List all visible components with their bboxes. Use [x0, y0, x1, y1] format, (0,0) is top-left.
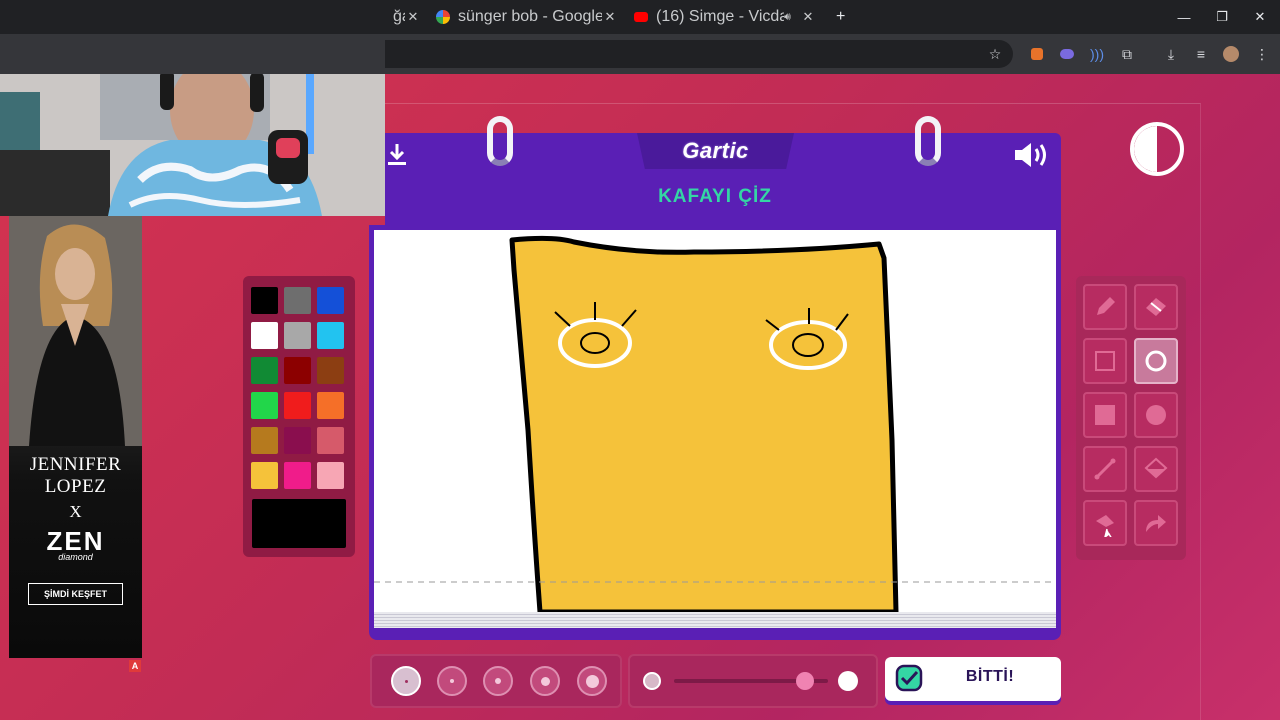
- extension-audio-icon[interactable]: ))): [1087, 44, 1107, 64]
- paper-ring-left: [487, 116, 513, 166]
- opacity-min-icon: [643, 672, 661, 690]
- redo-tool[interactable]: [1134, 500, 1178, 546]
- rectangle-fill-tool[interactable]: [1083, 392, 1127, 438]
- minimize-button[interactable]: —: [1165, 0, 1203, 34]
- ad-brand-sub: diamond: [58, 552, 93, 562]
- check-icon: [895, 664, 923, 692]
- game-logo: Gartic: [637, 133, 794, 169]
- color-swatch[interactable]: [317, 322, 344, 349]
- close-window-button[interactable]: ✕: [1241, 0, 1279, 34]
- address-bar[interactable]: [385, 40, 1013, 68]
- color-swatch[interactable]: [284, 322, 311, 349]
- line-tool[interactable]: [1083, 446, 1127, 492]
- extension-fox-icon[interactable]: [1027, 44, 1047, 64]
- contrast-toggle-button[interactable]: [1130, 122, 1184, 176]
- close-icon[interactable]: ✕: [602, 9, 618, 25]
- tab-partial[interactable]: ğa ✕: [385, 4, 429, 30]
- profile-avatar[interactable]: [1221, 44, 1241, 64]
- fill-bucket-tool[interactable]: [1134, 446, 1178, 492]
- download-icon[interactable]: ⤓: [1161, 44, 1181, 64]
- color-swatch[interactable]: [284, 392, 311, 419]
- sponge-head-shape: [509, 235, 899, 612]
- color-swatch[interactable]: [317, 427, 344, 454]
- tab-label: sünger bob - Google'da Ara: [458, 8, 602, 25]
- color-swatch[interactable]: [284, 427, 311, 454]
- ellipse-outline-tool[interactable]: [1134, 338, 1178, 384]
- color-swatch[interactable]: [284, 357, 311, 384]
- pencil-icon: [1097, 297, 1115, 315]
- color-swatch[interactable]: [251, 427, 278, 454]
- tab-label: (16) Simge - Vicdanın Affet: [656, 8, 784, 25]
- youtube-icon: [634, 12, 648, 22]
- media-control-icon[interactable]: ≡: [1191, 44, 1211, 64]
- ad-x: X: [69, 502, 82, 521]
- color-swatch[interactable]: [251, 322, 278, 349]
- opacity-max-icon: [838, 671, 858, 691]
- rectangle-outline-tool[interactable]: [1083, 338, 1127, 384]
- restore-button[interactable]: ❐: [1203, 0, 1241, 34]
- brush-size-3[interactable]: [483, 666, 513, 696]
- color-swatch[interactable]: [317, 392, 344, 419]
- ad-cta-button[interactable]: ŞİMDİ KEŞFET: [28, 583, 123, 605]
- circle-outline-icon: [1145, 350, 1167, 372]
- redo-icon: [1146, 515, 1166, 532]
- undo-icon: [1096, 515, 1114, 537]
- opacity-slider-thumb[interactable]: [795, 672, 814, 690]
- download-drawing-icon[interactable]: [386, 142, 408, 168]
- ellipse-fill-tool[interactable]: [1134, 392, 1178, 438]
- pencil-tool[interactable]: [1083, 284, 1127, 330]
- eraser-tool[interactable]: [1134, 284, 1178, 330]
- prompt-title: KAFAYI ÇİZ: [658, 186, 772, 207]
- square-fill-icon: [1095, 405, 1115, 425]
- ad-badge[interactable]: A: [129, 660, 141, 672]
- advertisement[interactable]: JENNIFER LOPEZ X ZEN diamond ŞİMDİ KEŞFE…: [9, 216, 142, 658]
- google-icon: [436, 10, 450, 24]
- browser-menu-icon[interactable]: ⋮: [1252, 44, 1272, 64]
- brush-size-2[interactable]: [437, 666, 467, 696]
- tab-label: ğa: [393, 8, 405, 25]
- close-icon[interactable]: ✕: [800, 9, 816, 25]
- speaker-icon[interactable]: 🔊︎: [784, 11, 800, 24]
- color-swatch[interactable]: [251, 287, 278, 314]
- circle-fill-icon: [1146, 405, 1166, 425]
- color-swatch[interactable]: [317, 462, 344, 489]
- line-icon: [1094, 458, 1116, 480]
- square-outline-icon: [1095, 351, 1115, 371]
- brush-size-4[interactable]: [530, 666, 560, 696]
- ad-headline: JENNIFER LOPEZ: [29, 454, 122, 497]
- new-tab-button[interactable]: +: [828, 4, 850, 30]
- color-swatch[interactable]: [251, 392, 278, 419]
- color-swatch[interactable]: [284, 287, 311, 314]
- bookmark-star-icon[interactable]: ☆: [985, 44, 1005, 64]
- current-color: [252, 499, 346, 548]
- brush-size-5[interactable]: [577, 666, 607, 696]
- close-icon[interactable]: ✕: [405, 9, 421, 25]
- drawing-canvas[interactable]: [374, 230, 1056, 612]
- color-swatch[interactable]: [317, 357, 344, 384]
- sound-icon[interactable]: [1013, 140, 1051, 170]
- undo-tool[interactable]: [1083, 500, 1127, 546]
- brush-size-1[interactable]: [391, 666, 421, 696]
- extension-game-icon[interactable]: [1057, 44, 1077, 64]
- color-swatch[interactable]: [284, 462, 311, 489]
- done-button-label: BİTTİ!: [965, 668, 1015, 685]
- eraser-icon: [1146, 298, 1166, 316]
- tab-google-search[interactable]: sünger bob - Google'da Ara ✕: [428, 4, 626, 30]
- color-swatch[interactable]: [251, 462, 278, 489]
- paper-ring-right: [915, 116, 941, 166]
- color-swatch[interactable]: [317, 287, 344, 314]
- paper-stack: [374, 612, 1056, 628]
- extensions-puzzle-icon[interactable]: ⧉: [1117, 44, 1137, 64]
- tab-youtube[interactable]: (16) Simge - Vicdanın Affet 🔊︎ ✕: [626, 4, 824, 30]
- color-swatch[interactable]: [251, 357, 278, 384]
- bucket-icon: [1144, 457, 1168, 479]
